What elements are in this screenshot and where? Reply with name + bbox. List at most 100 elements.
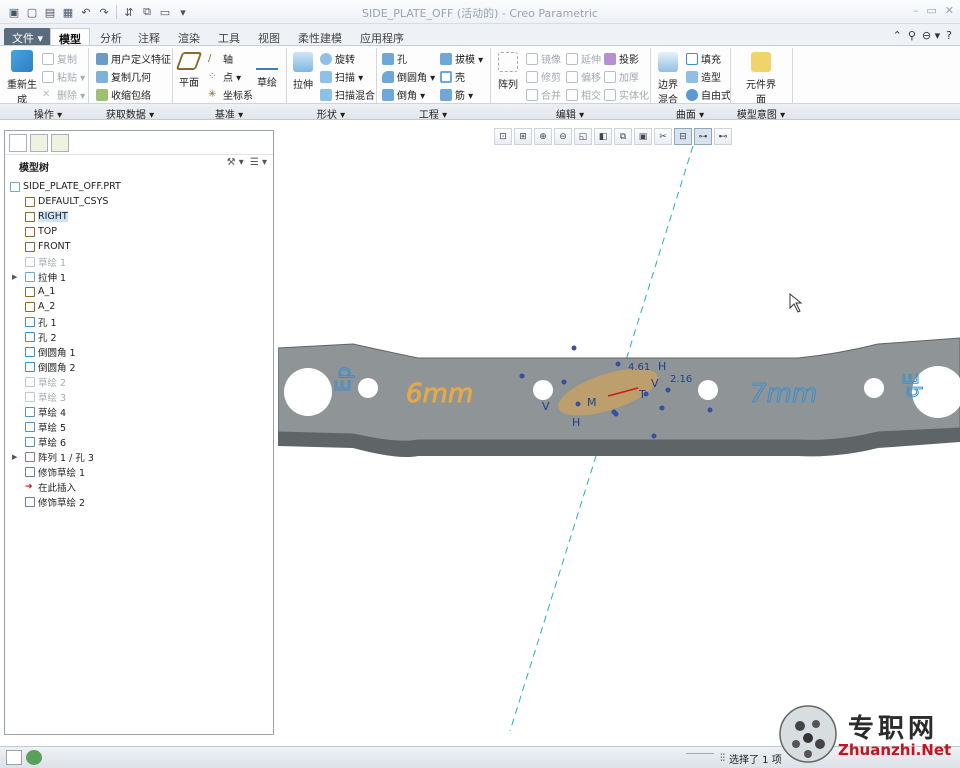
tree-item[interactable]: 草绘 5 (5, 419, 273, 434)
tab-model[interactable]: 模型 (50, 28, 90, 46)
solidify-button[interactable]: 实体化 (604, 87, 649, 102)
smart-filter-slider[interactable] (686, 753, 714, 761)
search-icon[interactable]: ⚲ (908, 29, 916, 42)
dimension-value-2[interactable]: 2.16 (670, 374, 692, 385)
project-button[interactable]: 投影 (604, 51, 639, 66)
copy-geometry-button[interactable]: 复制几何 (96, 69, 151, 84)
fill-button[interactable]: 填充 (686, 51, 721, 66)
plane-button[interactable]: 平面 (174, 52, 204, 89)
drag-handle[interactable] (651, 433, 657, 439)
extrude-button[interactable]: 拉伸 (290, 52, 316, 91)
refit-icon[interactable]: ⊡ (494, 128, 512, 145)
udf-button[interactable]: 用户定义特征 (96, 51, 171, 66)
copy-button[interactable]: 复制 (42, 51, 77, 66)
display-style-icon[interactable]: ◧ (594, 128, 612, 145)
tree-item[interactable]: 草绘 1 (5, 254, 273, 269)
drag-handle[interactable] (575, 401, 581, 407)
boundary-blend-button[interactable]: 边界混合 (654, 52, 682, 106)
graphics-window[interactable]: 6mm 7mm Ep qE 4.61 2.16 H V M T V H (278, 126, 960, 742)
tree-item[interactable]: 修饰草绘 1 (5, 464, 273, 479)
extend-button[interactable]: 延伸 (566, 51, 601, 66)
trim-button[interactable]: 修剪 (526, 69, 561, 84)
axis-display-icon[interactable]: ⊶ (694, 128, 712, 145)
hole-button[interactable]: 孔 (382, 51, 407, 66)
zoom-in-icon[interactable]: ⊕ (534, 128, 552, 145)
shell-button[interactable]: 壳 (440, 69, 465, 84)
close-button[interactable]: ✕ (945, 4, 954, 17)
plane-display-icon[interactable]: ⊟ (674, 128, 692, 145)
tab-view[interactable]: 视图 (250, 28, 288, 46)
component-interface-button[interactable]: 元件界面 (744, 52, 778, 106)
tab-applications[interactable]: 应用程序 (352, 28, 412, 46)
minimize-ribbon-icon[interactable]: ⌃ (893, 29, 902, 42)
group-datum[interactable]: 基准 ▾ (174, 106, 284, 121)
dimension-value-1[interactable]: 4.61 (628, 362, 650, 373)
tree-item[interactable]: 孔 1 (5, 314, 273, 329)
help-icon[interactable]: ? (946, 29, 952, 42)
revolve-button[interactable]: 旋转 (320, 51, 355, 66)
tree-item[interactable]: 修饰草绘 2 (5, 494, 273, 509)
expand-arrow-icon[interactable]: ▶ (12, 453, 17, 461)
tab-analysis[interactable]: 分析 (92, 28, 130, 46)
group-get-data[interactable]: 获取数据 ▾ (90, 106, 170, 121)
tree-settings-icon[interactable]: ⚒ ▾ (227, 157, 244, 168)
sweep-button[interactable]: 扫描 ▾ (320, 69, 363, 84)
sketch-button[interactable]: 草绘 (252, 52, 282, 89)
drag-handle[interactable] (659, 405, 665, 411)
tree-item[interactable]: ➔ 在此插入 (5, 479, 273, 494)
chamfer-button[interactable]: 倒角 ▾ (382, 87, 425, 102)
minimize-button[interactable]: – (913, 4, 919, 17)
expand-arrow-icon[interactable]: ▶ (12, 273, 17, 281)
drag-handle[interactable] (665, 387, 671, 393)
show-navigator-icon[interactable] (6, 750, 22, 765)
group-editing[interactable]: 编辑 ▾ (492, 106, 648, 121)
tree-item[interactable]: 草绘 4 (5, 404, 273, 419)
round-button[interactable]: 倒圆角 ▾ (382, 69, 435, 84)
cosmetic-text-7mm[interactable]: 7mm (750, 379, 818, 410)
tree-item[interactable]: 孔 2 (5, 329, 273, 344)
community-icon[interactable]: ⊖ ▾ (922, 29, 940, 42)
freestyle-button[interactable]: 自由式 (686, 87, 731, 102)
style-button[interactable]: 造型 (686, 69, 721, 84)
axis-button[interactable]: / 轴 (208, 51, 233, 67)
tree-item[interactable]: ▶ 阵列 1 / 孔 3 (5, 449, 273, 464)
group-shapes[interactable]: 形状 ▾ (288, 106, 374, 121)
tab-file[interactable]: 文件 ▾ (4, 28, 52, 46)
drag-handle[interactable] (707, 407, 713, 413)
shrinkwrap-button[interactable]: 收缩包络 (96, 87, 151, 102)
model-viewport[interactable]: 6mm 7mm Ep qE 4.61 2.16 H V M T V H (278, 126, 960, 742)
tree-item[interactable]: 草绘 2 (5, 374, 273, 389)
tree-columns-icon[interactable]: ☰ ▾ (250, 157, 267, 168)
drag-handle[interactable] (571, 345, 577, 351)
tab-tools[interactable]: 工具 (210, 28, 248, 46)
cosmetic-text-6mm[interactable]: 6mm (406, 379, 474, 410)
tree-item[interactable]: 草绘 6 (5, 434, 273, 449)
tab-render[interactable]: 渲染 (170, 28, 208, 46)
merge-button[interactable]: 合并 (526, 87, 561, 102)
tree-item[interactable]: 倒圆角 1 (5, 344, 273, 359)
intersect-button[interactable]: 相交 (566, 87, 601, 102)
zoom-window-icon[interactable]: ⊞ (514, 128, 532, 145)
saved-views-icon[interactable]: ⧉ (614, 128, 632, 145)
group-surfaces[interactable]: 曲面 ▾ (652, 106, 728, 121)
drag-handle[interactable] (611, 409, 617, 415)
point-button[interactable]: ⁘ 点 ▾ (208, 69, 241, 85)
browser-icon[interactable] (26, 750, 42, 765)
view-manager-icon[interactable]: ▣ (634, 128, 652, 145)
drag-handle[interactable] (519, 373, 525, 379)
group-engineering[interactable]: 工程 ▾ (378, 106, 488, 121)
paste-button[interactable]: 粘贴 ▾ (42, 69, 85, 84)
perspective-icon[interactable]: ✂ (654, 128, 672, 145)
model-tree-tab-icon[interactable] (9, 134, 27, 152)
tree-item[interactable]: 倒圆角 2 (5, 359, 273, 374)
draft-button[interactable]: 拔模 ▾ (440, 51, 483, 66)
mirror-button[interactable]: 镜像 (526, 51, 561, 66)
drag-handle[interactable] (561, 379, 567, 385)
tab-annotate[interactable]: 注释 (130, 28, 168, 46)
swept-blend-button[interactable]: 扫描混合 (320, 87, 375, 102)
favorites-tab-icon[interactable] (51, 134, 69, 152)
offset-button[interactable]: 偏移 (566, 69, 601, 84)
tree-item[interactable]: 草绘 3 (5, 389, 273, 404)
tree-item[interactable]: ▶ 拉伸 1 (5, 269, 273, 284)
tree-item[interactable]: A_2 (5, 299, 273, 314)
